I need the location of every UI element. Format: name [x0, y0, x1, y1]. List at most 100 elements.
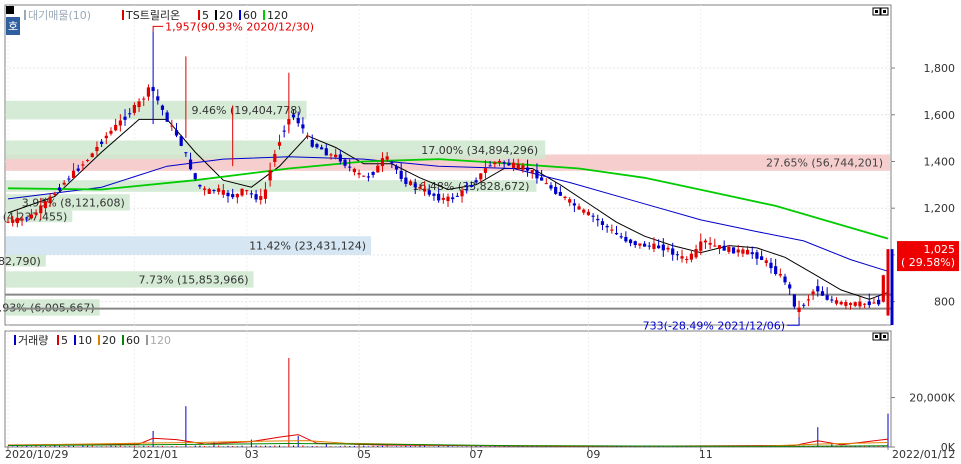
volume-legend-item: 5 — [61, 334, 68, 347]
candle-body — [422, 188, 427, 192]
candle-body — [362, 175, 366, 177]
candle-body — [338, 154, 342, 162]
candle-body — [591, 215, 595, 217]
candle-body — [483, 168, 488, 173]
pane-icon-glyph — [883, 10, 886, 13]
candle-body — [816, 286, 820, 292]
candle-body — [844, 302, 848, 306]
candle-body — [783, 276, 787, 283]
candle-body — [554, 186, 558, 194]
candle-body — [380, 158, 385, 166]
legend-marker — [98, 335, 100, 345]
candle-body — [605, 225, 609, 228]
candle-body — [778, 274, 782, 276]
candle-body — [198, 184, 202, 187]
candle-body — [834, 300, 839, 304]
candle-body — [465, 189, 469, 191]
candle-body — [249, 193, 254, 195]
legend-marker — [263, 10, 265, 20]
candle-body — [628, 239, 633, 244]
candle-body — [862, 303, 867, 305]
candle-body — [544, 183, 548, 185]
candle-body — [460, 190, 464, 197]
candle-body — [170, 125, 174, 127]
candle-body — [596, 218, 600, 221]
candle-body — [680, 256, 684, 259]
candle-body — [165, 112, 169, 122]
candle-body — [540, 177, 544, 181]
legend-item: 20 — [219, 9, 233, 22]
candle-body — [521, 165, 525, 170]
candle-body — [324, 148, 328, 156]
candle-body — [437, 193, 441, 201]
pane-icon-glyph — [875, 335, 878, 338]
legend-marker — [215, 10, 217, 20]
candle-body — [736, 249, 740, 253]
legend-item: 120 — [267, 9, 288, 22]
volume-tick-label: 20,000K — [909, 392, 955, 405]
candle-body — [408, 181, 413, 185]
candle-body — [146, 87, 151, 97]
time-tick-label: 11 — [699, 448, 713, 461]
candle-body — [577, 206, 581, 210]
candle-body — [502, 162, 506, 164]
candle-body — [305, 135, 310, 137]
candle-body — [34, 213, 38, 215]
candle-body — [853, 302, 857, 306]
candle-body — [390, 162, 394, 164]
candle-body — [296, 117, 300, 124]
legend-item: TS트릴리온 — [125, 9, 180, 22]
candle-body — [385, 156, 389, 160]
candle-body — [867, 301, 871, 306]
candle-body — [652, 243, 656, 249]
candle-body — [727, 246, 731, 252]
candle-body — [694, 249, 698, 258]
candle-body — [212, 189, 216, 191]
candle-body — [619, 236, 623, 238]
candle-body — [558, 191, 562, 196]
candle-body — [563, 196, 567, 199]
candle-body — [764, 260, 768, 263]
candle-body — [399, 170, 403, 179]
legend-marker — [14, 335, 16, 345]
candle-body — [394, 166, 399, 170]
candle-body — [586, 211, 591, 216]
legend-item: 60 — [243, 9, 257, 22]
candle-body — [109, 130, 113, 134]
candle-body — [488, 165, 492, 167]
candle-body — [507, 162, 511, 166]
price-tick-label: 1,200 — [924, 202, 956, 215]
candle-body — [245, 190, 249, 192]
candle-body — [610, 229, 614, 231]
time-tick-label: 09 — [586, 448, 600, 461]
side-tab-label: 호 — [8, 20, 18, 33]
candle-body — [689, 253, 694, 260]
candle-body — [802, 304, 806, 306]
candle-body — [71, 170, 76, 178]
candle-body — [29, 214, 34, 219]
candle-body — [657, 245, 661, 249]
time-tick-label: 2022/01/12 — [892, 448, 955, 461]
candle-body — [254, 194, 258, 200]
legend-marker — [122, 10, 124, 20]
candle-body — [839, 301, 843, 305]
candle-body — [334, 154, 338, 158]
time-tick-label: 07 — [469, 448, 483, 461]
candle-body — [497, 160, 502, 163]
candle-body — [20, 218, 24, 221]
candle-body — [371, 171, 375, 175]
volume-legend-item: 120 — [150, 334, 171, 347]
volume-pane-frame — [4, 330, 892, 448]
candle-body — [446, 196, 450, 202]
candle-body — [376, 165, 380, 173]
candle-body — [57, 187, 62, 191]
legend-marker — [239, 10, 241, 20]
candle-body — [193, 173, 197, 179]
candle-body — [273, 153, 277, 162]
candle-body — [671, 248, 675, 255]
candle-body — [188, 159, 193, 170]
candle-body — [661, 244, 665, 251]
candle-body — [713, 245, 717, 247]
candle-body — [530, 170, 534, 173]
candle-body — [53, 194, 57, 196]
